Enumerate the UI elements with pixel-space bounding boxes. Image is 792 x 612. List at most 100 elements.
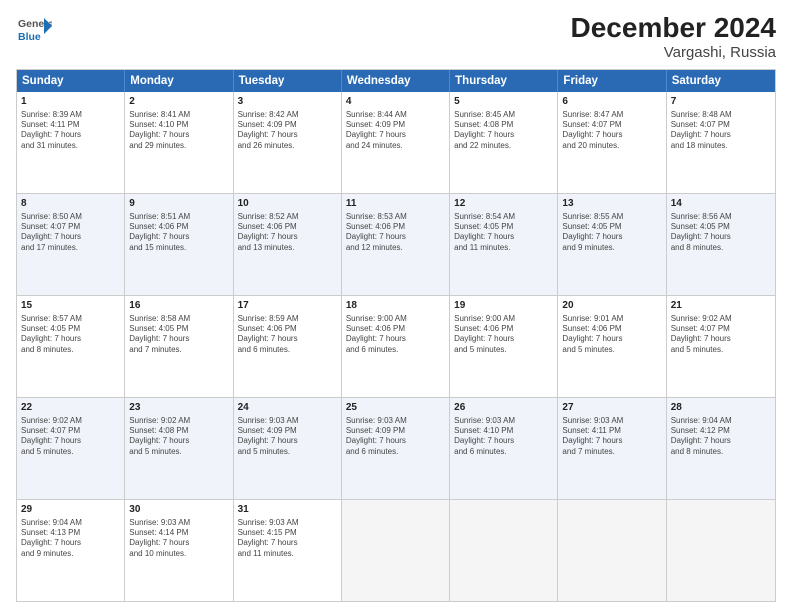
day-number: 19 (454, 299, 553, 313)
day-info: Sunrise: 9:03 AMSunset: 4:09 PMDaylight:… (346, 416, 445, 458)
day-number: 31 (238, 503, 337, 517)
day-info: Sunrise: 8:59 AMSunset: 4:06 PMDaylight:… (238, 314, 337, 356)
day-cell-23: 23Sunrise: 9:02 AMSunset: 4:08 PMDayligh… (125, 398, 233, 499)
calendar-subtitle: Vargashi, Russia (571, 44, 776, 61)
day-cell-1: 1Sunrise: 8:39 AMSunset: 4:11 PMDaylight… (17, 92, 125, 193)
day-info: Sunrise: 9:03 AMSunset: 4:10 PMDaylight:… (454, 416, 553, 458)
day-cell-28: 28Sunrise: 9:04 AMSunset: 4:12 PMDayligh… (667, 398, 775, 499)
day-info: Sunrise: 8:47 AMSunset: 4:07 PMDaylight:… (562, 110, 661, 152)
day-cell-26: 26Sunrise: 9:03 AMSunset: 4:10 PMDayligh… (450, 398, 558, 499)
day-cell-15: 15Sunrise: 8:57 AMSunset: 4:05 PMDayligh… (17, 296, 125, 397)
day-info: Sunrise: 8:52 AMSunset: 4:06 PMDaylight:… (238, 212, 337, 254)
week-row-5: 29Sunrise: 9:04 AMSunset: 4:13 PMDayligh… (17, 500, 775, 601)
day-cell-4: 4Sunrise: 8:44 AMSunset: 4:09 PMDaylight… (342, 92, 450, 193)
day-number: 15 (21, 299, 120, 313)
day-number: 2 (129, 95, 228, 109)
day-info: Sunrise: 9:02 AMSunset: 4:07 PMDaylight:… (21, 416, 120, 458)
day-number: 14 (671, 197, 771, 211)
day-info: Sunrise: 9:02 AMSunset: 4:08 PMDaylight:… (129, 416, 228, 458)
day-info: Sunrise: 9:00 AMSunset: 4:06 PMDaylight:… (346, 314, 445, 356)
svg-text:Blue: Blue (18, 31, 41, 43)
day-info: Sunrise: 9:03 AMSunset: 4:14 PMDaylight:… (129, 518, 228, 560)
logo-icon: General Blue (16, 12, 52, 48)
day-cell-19: 19Sunrise: 9:00 AMSunset: 4:06 PMDayligh… (450, 296, 558, 397)
day-number: 16 (129, 299, 228, 313)
day-cell-18: 18Sunrise: 9:00 AMSunset: 4:06 PMDayligh… (342, 296, 450, 397)
day-cell-2: 2Sunrise: 8:41 AMSunset: 4:10 PMDaylight… (125, 92, 233, 193)
day-number: 22 (21, 401, 120, 415)
day-info: Sunrise: 8:48 AMSunset: 4:07 PMDaylight:… (671, 110, 771, 152)
day-info: Sunrise: 8:55 AMSunset: 4:05 PMDaylight:… (562, 212, 661, 254)
day-number: 27 (562, 401, 661, 415)
day-info: Sunrise: 8:44 AMSunset: 4:09 PMDaylight:… (346, 110, 445, 152)
day-cell-6: 6Sunrise: 8:47 AMSunset: 4:07 PMDaylight… (558, 92, 666, 193)
day-number: 5 (454, 95, 553, 109)
day-cell-21: 21Sunrise: 9:02 AMSunset: 4:07 PMDayligh… (667, 296, 775, 397)
day-cell-5: 5Sunrise: 8:45 AMSunset: 4:08 PMDaylight… (450, 92, 558, 193)
day-cell-14: 14Sunrise: 8:56 AMSunset: 4:05 PMDayligh… (667, 194, 775, 295)
day-number: 9 (129, 197, 228, 211)
day-info: Sunrise: 8:41 AMSunset: 4:10 PMDaylight:… (129, 110, 228, 152)
calendar-title: December 2024 (571, 12, 776, 44)
day-number: 6 (562, 95, 661, 109)
header: General Blue December 2024 Vargashi, Rus… (16, 12, 776, 61)
page: General Blue December 2024 Vargashi, Rus… (0, 0, 792, 612)
day-info: Sunrise: 8:56 AMSunset: 4:05 PMDaylight:… (671, 212, 771, 254)
day-cell-20: 20Sunrise: 9:01 AMSunset: 4:06 PMDayligh… (558, 296, 666, 397)
day-info: Sunrise: 9:04 AMSunset: 4:12 PMDaylight:… (671, 416, 771, 458)
day-info: Sunrise: 8:53 AMSunset: 4:06 PMDaylight:… (346, 212, 445, 254)
day-info: Sunrise: 9:04 AMSunset: 4:13 PMDaylight:… (21, 518, 120, 560)
day-number: 3 (238, 95, 337, 109)
day-info: Sunrise: 9:03 AMSunset: 4:11 PMDaylight:… (562, 416, 661, 458)
day-info: Sunrise: 9:03 AMSunset: 4:09 PMDaylight:… (238, 416, 337, 458)
day-number: 18 (346, 299, 445, 313)
day-info: Sunrise: 8:39 AMSunset: 4:11 PMDaylight:… (21, 110, 120, 152)
day-number: 1 (21, 95, 120, 109)
day-number: 28 (671, 401, 771, 415)
day-info: Sunrise: 8:57 AMSunset: 4:05 PMDaylight:… (21, 314, 120, 356)
day-number: 29 (21, 503, 120, 517)
day-info: Sunrise: 8:42 AMSunset: 4:09 PMDaylight:… (238, 110, 337, 152)
calendar-header-row: SundayMondayTuesdayWednesdayThursdayFrid… (17, 70, 775, 92)
day-number: 26 (454, 401, 553, 415)
day-cell-3: 3Sunrise: 8:42 AMSunset: 4:09 PMDaylight… (234, 92, 342, 193)
header-tuesday: Tuesday (234, 70, 342, 92)
day-number: 30 (129, 503, 228, 517)
empty-cell (342, 500, 450, 601)
day-number: 20 (562, 299, 661, 313)
day-number: 17 (238, 299, 337, 313)
day-cell-9: 9Sunrise: 8:51 AMSunset: 4:06 PMDaylight… (125, 194, 233, 295)
day-cell-16: 16Sunrise: 8:58 AMSunset: 4:05 PMDayligh… (125, 296, 233, 397)
day-number: 11 (346, 197, 445, 211)
calendar-body: 1Sunrise: 8:39 AMSunset: 4:11 PMDaylight… (17, 92, 775, 601)
title-block: December 2024 Vargashi, Russia (571, 12, 776, 61)
day-info: Sunrise: 9:02 AMSunset: 4:07 PMDaylight:… (671, 314, 771, 356)
day-info: Sunrise: 9:00 AMSunset: 4:06 PMDaylight:… (454, 314, 553, 356)
day-number: 10 (238, 197, 337, 211)
day-number: 8 (21, 197, 120, 211)
calendar: SundayMondayTuesdayWednesdayThursdayFrid… (16, 69, 776, 602)
day-info: Sunrise: 8:51 AMSunset: 4:06 PMDaylight:… (129, 212, 228, 254)
empty-cell (667, 500, 775, 601)
header-saturday: Saturday (667, 70, 775, 92)
day-number: 13 (562, 197, 661, 211)
day-cell-7: 7Sunrise: 8:48 AMSunset: 4:07 PMDaylight… (667, 92, 775, 193)
day-cell-12: 12Sunrise: 8:54 AMSunset: 4:05 PMDayligh… (450, 194, 558, 295)
header-monday: Monday (125, 70, 233, 92)
day-info: Sunrise: 8:58 AMSunset: 4:05 PMDaylight:… (129, 314, 228, 356)
day-info: Sunrise: 9:03 AMSunset: 4:15 PMDaylight:… (238, 518, 337, 560)
week-row-1: 1Sunrise: 8:39 AMSunset: 4:11 PMDaylight… (17, 92, 775, 194)
day-cell-25: 25Sunrise: 9:03 AMSunset: 4:09 PMDayligh… (342, 398, 450, 499)
empty-cell (558, 500, 666, 601)
day-number: 24 (238, 401, 337, 415)
header-thursday: Thursday (450, 70, 558, 92)
day-info: Sunrise: 9:01 AMSunset: 4:06 PMDaylight:… (562, 314, 661, 356)
empty-cell (450, 500, 558, 601)
day-number: 7 (671, 95, 771, 109)
day-number: 25 (346, 401, 445, 415)
header-wednesday: Wednesday (342, 70, 450, 92)
day-cell-29: 29Sunrise: 9:04 AMSunset: 4:13 PMDayligh… (17, 500, 125, 601)
day-cell-17: 17Sunrise: 8:59 AMSunset: 4:06 PMDayligh… (234, 296, 342, 397)
day-cell-27: 27Sunrise: 9:03 AMSunset: 4:11 PMDayligh… (558, 398, 666, 499)
week-row-4: 22Sunrise: 9:02 AMSunset: 4:07 PMDayligh… (17, 398, 775, 500)
